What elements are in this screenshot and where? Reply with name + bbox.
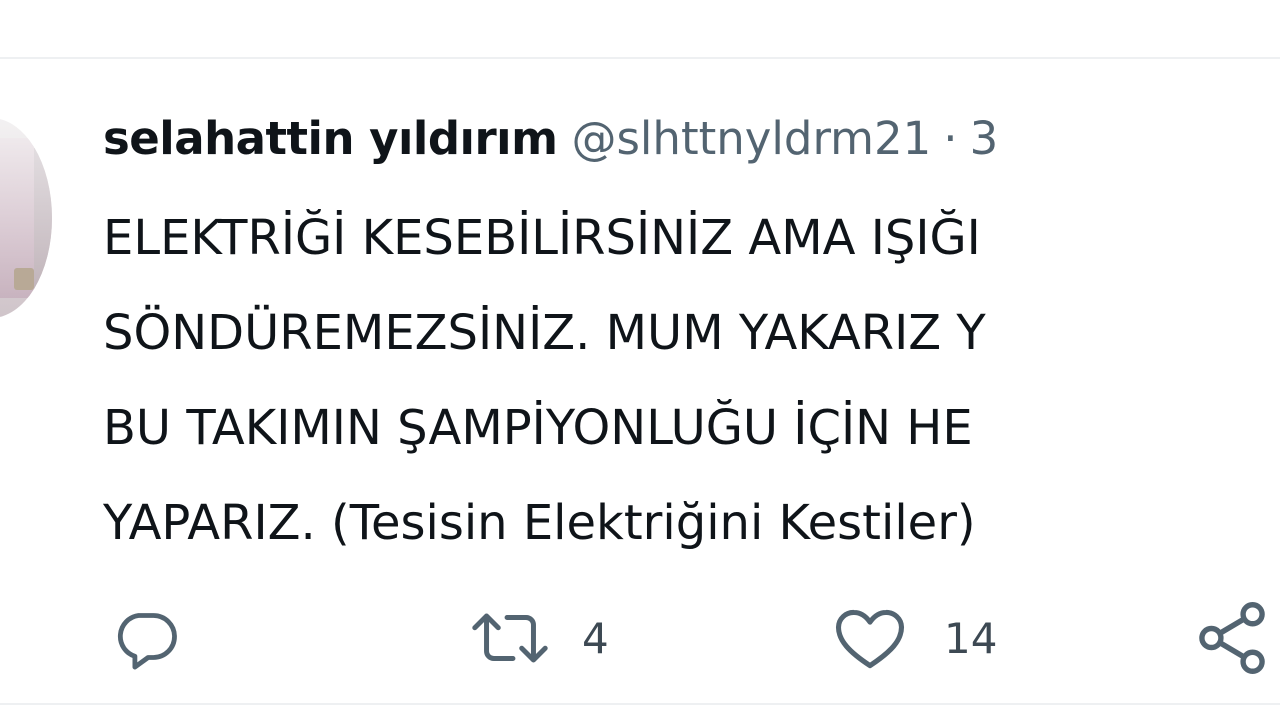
author-handle[interactable]: @slhttnyldrm21	[571, 112, 931, 165]
like-count: 14	[944, 613, 998, 663]
reply-button[interactable]	[110, 598, 182, 678]
tweet-text-line: SÖNDÜREMEZSİNİZ. MUM YAKARIZ Y	[103, 305, 986, 361]
share-icon	[1194, 600, 1270, 676]
tweet-text: ELEKTRİĞİ KESEBİLİRSİNİZ AMA IŞIĞI SÖNDÜ…	[103, 191, 1280, 571]
share-button[interactable]	[1194, 598, 1270, 678]
tweet-text-line: BU TAKIMIN ŞAMPİYONLUĞU İÇİN HE	[103, 400, 973, 456]
avatar[interactable]	[0, 118, 52, 318]
tweet-text-line: ELEKTRİĞİ KESEBİLİRSİNİZ AMA IŞIĞI	[103, 210, 981, 266]
tweet-text-line: YAPARIZ. (Tesisin Elektriğini Kestiler)	[103, 495, 976, 551]
bottom-divider	[0, 703, 1280, 705]
heart-icon	[830, 602, 910, 674]
retweet-button[interactable]: 4	[466, 598, 609, 678]
tweet-actions: 4 14	[0, 598, 1280, 678]
like-button[interactable]: 14	[830, 598, 997, 678]
author-name[interactable]: selahattin yıldırım	[103, 112, 558, 165]
tweet-card[interactable]: selahattin yıldırım @slhttnyldrm21 · 3 ELEK…	[0, 0, 1280, 720]
retweet-icon	[466, 602, 554, 674]
tweet-header: selahattin yıldırım @slhttnyldrm21 · 3	[103, 108, 998, 170]
tweet-time[interactable]: 3	[970, 112, 999, 165]
top-divider	[0, 57, 1280, 59]
header-separator: ·	[943, 112, 958, 165]
retweet-count: 4	[582, 613, 609, 663]
reply-icon	[110, 602, 182, 674]
